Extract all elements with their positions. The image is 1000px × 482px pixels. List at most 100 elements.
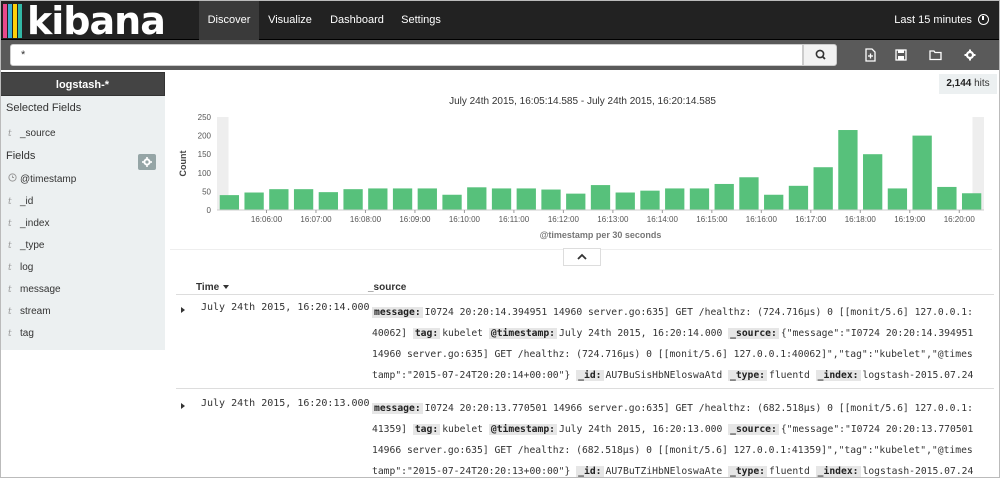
histogram-chart[interactable]: 0 50 100 150 200 250 Count 16:06:00 16:07:00 16:0… xyxy=(170,108,990,240)
histogram-bar xyxy=(714,183,734,210)
histogram-bar xyxy=(219,195,240,210)
field-item-id[interactable]: t _id xyxy=(0,191,165,213)
histogram-bar xyxy=(640,190,660,210)
time-range-label: Last 15 minutes xyxy=(894,14,972,26)
histogram-bar xyxy=(442,194,462,210)
histogram-bar xyxy=(788,185,809,210)
search-bar: * xyxy=(0,40,1000,70)
column-header-source: _source xyxy=(368,282,407,293)
field-item-tag[interactable]: t tag xyxy=(0,323,165,345)
search-button[interactable] xyxy=(803,44,837,66)
x-tick-label: 16:17:00 xyxy=(795,215,827,224)
field-item-message[interactable]: t message xyxy=(0,279,165,301)
nav-visualize[interactable]: Visualize xyxy=(259,1,321,40)
y-tick-label: 50 xyxy=(202,187,211,196)
histogram-bar xyxy=(491,188,512,210)
histogram-bar xyxy=(566,193,586,210)
histogram-bar xyxy=(937,186,957,210)
column-header-time[interactable]: Time xyxy=(196,282,230,293)
hits-label: hits xyxy=(974,78,990,89)
logo-bar xyxy=(18,4,22,38)
y-tick-label: 250 xyxy=(198,113,212,122)
open-icon[interactable] xyxy=(928,47,944,63)
table-header-rule xyxy=(176,294,994,295)
chart-time-range: July 24th 2015, 16:05:14.585 - July 24th… xyxy=(449,96,716,107)
histogram-bar xyxy=(343,189,363,210)
expand-row-icon[interactable] xyxy=(181,307,185,313)
x-tick-label: 16:13:00 xyxy=(597,215,629,224)
x-axis-label: @timestamp per 30 seconds xyxy=(540,230,662,240)
source-value: July 24th 2015, 16:20:14.000 xyxy=(559,328,723,339)
x-tick-label: 16:09:00 xyxy=(399,215,431,224)
x-tick-label: 16:15:00 xyxy=(696,215,728,224)
field-item-stream[interactable]: t stream xyxy=(0,301,165,323)
x-tick-label: 16:08:00 xyxy=(350,215,382,224)
histogram-bar xyxy=(318,192,338,210)
x-tick-label: 16:10:00 xyxy=(449,215,481,224)
string-type-icon: t xyxy=(8,241,12,251)
clock-icon xyxy=(8,169,20,191)
histogram-bar xyxy=(615,192,635,210)
source-value: logstash-2015.07.24 xyxy=(862,370,974,381)
nav-settings[interactable]: Settings xyxy=(393,1,449,40)
save-icon[interactable] xyxy=(893,47,909,63)
source-value: fluentd xyxy=(769,370,810,381)
nav-dashboard[interactable]: Dashboard xyxy=(321,1,393,40)
x-tick-label: 16:12:00 xyxy=(548,215,580,224)
field-name: _index xyxy=(20,218,50,229)
hits-counter: 2,144 hits xyxy=(939,74,997,94)
search-input[interactable]: * xyxy=(10,44,803,66)
source-key: message: xyxy=(372,307,423,318)
source-key: _source: xyxy=(728,328,779,339)
expand-row-icon[interactable] xyxy=(181,403,185,409)
x-tick-label: 16:19:00 xyxy=(894,215,926,224)
row-source: message: I0724 20:20:13.770501 14966 serv… xyxy=(372,398,978,482)
string-type-icon: t xyxy=(8,263,12,273)
string-type-icon: t xyxy=(8,197,12,207)
string-type-icon: t xyxy=(8,307,12,317)
top-navbar: kibana Discover Visualize Dashboard Sett… xyxy=(0,0,1000,40)
histogram-bar xyxy=(392,188,413,210)
source-key: _index: xyxy=(815,466,861,477)
histogram-bar xyxy=(244,192,264,210)
source-value: fluentd xyxy=(769,466,810,477)
field-item-type[interactable]: t _type xyxy=(0,235,165,257)
index-pattern-title[interactable]: logstash-* xyxy=(0,72,165,96)
histogram-bar xyxy=(590,185,611,210)
field-sidebar: logstash-* Selected Fields t _source Fiel… xyxy=(0,72,165,350)
histogram-bar xyxy=(541,189,561,210)
histogram-bar xyxy=(863,154,883,210)
nav-discover[interactable]: Discover xyxy=(199,1,259,40)
field-item-timestamp[interactable]: @timestamp xyxy=(0,169,165,191)
field-item-source[interactable]: t _source xyxy=(0,123,165,145)
histogram-bar xyxy=(293,189,314,210)
table-row: July 24th 2015, 16:20:13.000 message: I07… xyxy=(176,398,994,477)
new-search-icon[interactable] xyxy=(862,47,878,63)
sort-down-icon[interactable] xyxy=(222,284,230,290)
string-type-icon: t xyxy=(8,329,12,339)
source-value: AU7BuSisHbNEloswaAtd xyxy=(605,370,723,381)
column-label: Time xyxy=(196,282,220,293)
y-tick-label: 0 xyxy=(207,206,212,215)
logo-text: kibana xyxy=(27,0,166,43)
kibana-logo[interactable]: kibana xyxy=(3,0,188,43)
histogram-bar xyxy=(467,187,487,210)
hits-count: 2,144 xyxy=(946,78,972,89)
source-key: _source: xyxy=(728,424,779,435)
y-tick-label: 100 xyxy=(198,169,212,178)
field-name: tag xyxy=(20,328,34,339)
row-time: July 24th 2015, 16:20:13.000 xyxy=(201,398,370,409)
field-settings-button[interactable] xyxy=(138,154,156,170)
field-item-log[interactable]: t log xyxy=(0,257,165,279)
source-key: message: xyxy=(372,403,423,414)
logo-bar xyxy=(13,4,17,38)
histogram-bar xyxy=(689,188,710,210)
settings-icon[interactable] xyxy=(962,47,978,63)
source-key: tag: xyxy=(412,328,441,339)
field-name: message xyxy=(20,284,61,295)
field-item-index[interactable]: t _index xyxy=(0,213,165,235)
toggle-chart-button[interactable] xyxy=(563,248,601,266)
time-picker[interactable]: Last 15 minutes xyxy=(894,1,989,40)
source-key: _type: xyxy=(728,370,767,381)
source-key: @timestamp: xyxy=(488,424,558,435)
